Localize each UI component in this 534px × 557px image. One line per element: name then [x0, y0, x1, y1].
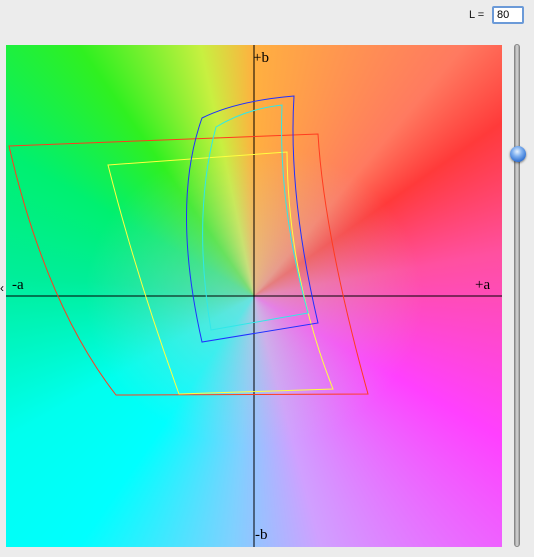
gamut-outline-blue [186, 95, 319, 343]
neg-b-label: -b [255, 527, 268, 543]
pos-a-label: +a [475, 277, 491, 293]
gamut-overlay [6, 45, 502, 547]
toolbar: L = [0, 0, 534, 34]
neg-a-label: -a [12, 277, 24, 293]
lightness-input[interactable] [492, 6, 524, 24]
gamut-outline-yellow [107, 151, 334, 395]
ab-color-plane[interactable]: +b -b +a -a [6, 45, 502, 547]
pos-b-label: +b [253, 50, 269, 66]
lightness-slider-thumb[interactable] [510, 146, 526, 163]
left-edge-marker: ‹ [0, 281, 4, 295]
lightness-label: L = [469, 9, 485, 21]
lightness-slider-track[interactable] [514, 44, 520, 547]
